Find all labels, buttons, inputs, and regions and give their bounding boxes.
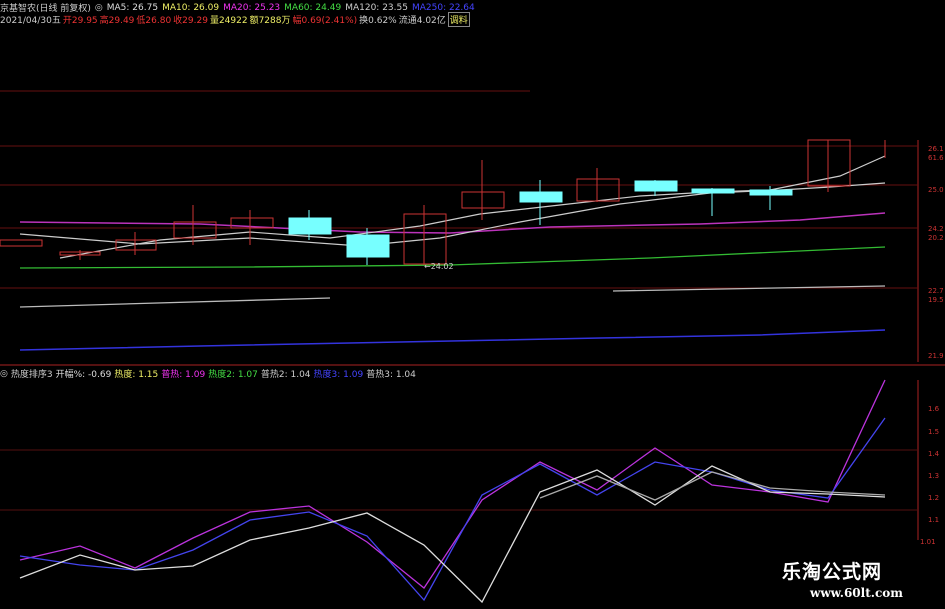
indicator-axis-label: 1.1	[928, 516, 940, 524]
indicator-sheat: 普热: 1.09	[161, 370, 206, 380]
indicator-open: 开幅%: -0.69	[55, 370, 112, 380]
watermark-url: www.60lt.com	[810, 586, 903, 600]
candle	[691, 188, 735, 194]
price-axis-label: 22.7	[928, 287, 944, 295]
candle	[749, 189, 793, 196]
heat-line-gray	[539, 471, 886, 501]
indicator-name[interactable]: 热度排序3	[11, 367, 53, 380]
indicator-heat: 热度: 1.15	[114, 370, 159, 380]
price-axis-label: 25.0	[928, 186, 944, 194]
indicator-settings-icon[interactable]: ◎	[0, 369, 8, 379]
candle	[634, 180, 678, 192]
chart-canvas[interactable]	[0, 0, 945, 609]
ma250-line	[19, 329, 886, 351]
price-axis-label: 61.6	[928, 154, 944, 162]
heat-line-white	[19, 465, 886, 604]
watermark-title: 乐淘公式网	[782, 561, 883, 583]
indicator-axis-label: 1.01	[920, 538, 936, 546]
candle	[576, 178, 620, 202]
indicator-axis-label: 1.3	[928, 472, 940, 480]
price-axis-label: 26.1	[928, 145, 944, 153]
price-axis-label: 20.2	[928, 234, 944, 242]
indicator-axis-label: 1.2	[928, 494, 940, 502]
candle	[346, 234, 390, 258]
price-axis-label: 21.9	[928, 352, 944, 360]
candle	[0, 239, 43, 247]
indicator-axis-label: 1.4	[928, 450, 940, 458]
indicator-legend-row: ◎ 热度排序3 开幅%: -0.69 热度: 1.15 普热: 1.09 热度2…	[0, 367, 416, 381]
price-axis-label: 19.5	[928, 296, 944, 304]
watermark: 乐淘公式网 www.60lt.com	[770, 553, 945, 609]
indicator-heat3: 热度3: 1.09	[313, 370, 364, 380]
indicator-sheat2: 普热2: 1.04	[260, 370, 311, 380]
ma120-line-left	[19, 297, 331, 308]
candles	[0, 139, 886, 265]
indicator-heat2: 热度2: 1.07	[208, 370, 258, 380]
indicator-axis-label: 1.6	[928, 405, 940, 413]
ma5-line	[59, 155, 886, 259]
candle	[461, 191, 505, 209]
price-axis-label: 24.2	[928, 225, 944, 233]
ma20-line	[19, 212, 886, 234]
candle	[807, 139, 851, 187]
candle	[288, 217, 332, 235]
candle	[519, 191, 563, 203]
indicator-axis-label: 1.5	[928, 428, 940, 436]
indicator-sheat3: 普热3: 1.04	[366, 370, 416, 380]
low-price-marker: ←24.02	[424, 262, 454, 271]
